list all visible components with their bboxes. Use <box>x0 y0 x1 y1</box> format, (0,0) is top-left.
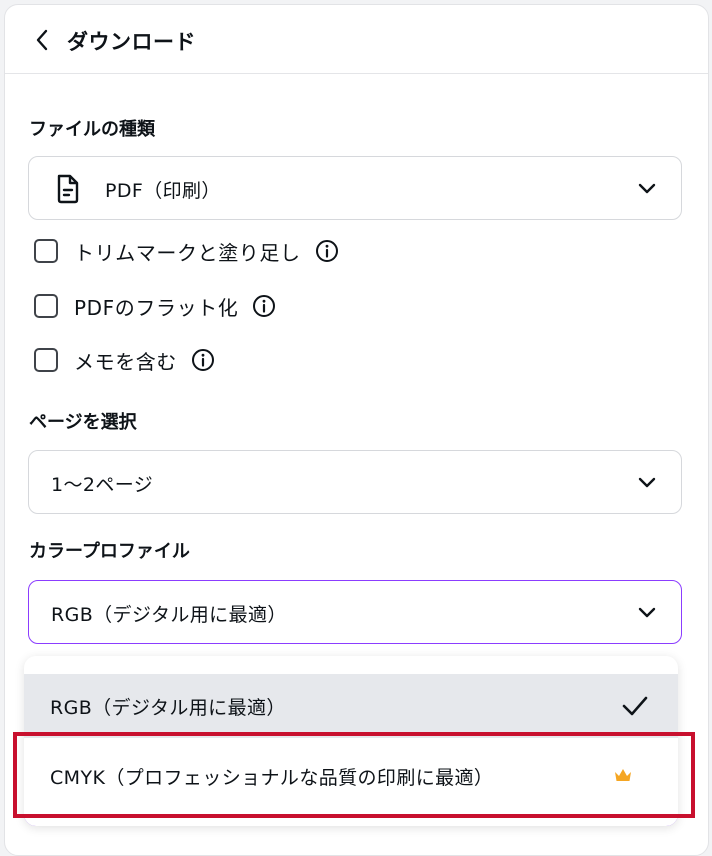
chevron-down-icon <box>638 607 656 618</box>
info-icon[interactable] <box>191 348 215 372</box>
color-profile-select[interactable]: RGB（デジタル用に最適） <box>28 580 682 644</box>
page-select-label: ページを選択 <box>29 412 137 433</box>
flatten-pdf-checkbox[interactable] <box>34 294 58 318</box>
option-cmyk-label: CMYK（プロフェッショナルな品質の印刷に最適） <box>50 767 494 789</box>
file-type-select[interactable]: PDF（印刷） <box>28 156 682 220</box>
option-flatten-pdf[interactable]: PDFのフラット化 <box>34 291 276 321</box>
document-icon <box>57 174 79 204</box>
chevron-down-icon <box>638 477 656 488</box>
color-profile-dropdown: RGB（デジタル用に最適） CMYK（プロフェッショナルな品質の印刷に最適） <box>24 656 678 826</box>
option-include-notes[interactable]: メモを含む <box>34 345 215 375</box>
option-trim-marks[interactable]: トリムマークと塗り足し <box>34 236 339 266</box>
checkmark-icon <box>622 696 648 716</box>
crown-icon <box>615 769 631 781</box>
include-notes-label: メモを含む <box>74 349 177 374</box>
flatten-pdf-label: PDFのフラット化 <box>74 295 239 320</box>
option-rgb-label: RGB（デジタル用に最適） <box>50 697 286 719</box>
color-profile-value: RGB（デジタル用に最適） <box>51 604 287 626</box>
info-icon[interactable] <box>252 294 276 318</box>
chevron-left-icon <box>36 29 48 51</box>
chevron-down-icon <box>638 183 656 194</box>
panel-header: ダウンロード <box>5 5 708 74</box>
file-type-label: ファイルの種類 <box>29 119 155 140</box>
dropdown-option-rgb[interactable]: RGB（デジタル用に最適） <box>24 674 678 738</box>
file-type-value: PDF（印刷） <box>105 180 221 202</box>
page-select[interactable]: 1〜2ページ <box>28 450 682 514</box>
back-button[interactable] <box>29 27 55 53</box>
trim-marks-label: トリムマークと塗り足し <box>74 240 301 265</box>
dropdown-option-cmyk[interactable]: CMYK（プロフェッショナルな品質の印刷に最適） <box>24 744 678 808</box>
include-notes-checkbox[interactable] <box>34 348 58 372</box>
color-profile-label: カラープロファイル <box>29 541 190 562</box>
info-icon[interactable] <box>315 239 339 263</box>
page-select-value: 1〜2ページ <box>51 474 154 496</box>
page-title: ダウンロード <box>67 30 196 54</box>
trim-marks-checkbox[interactable] <box>34 239 58 263</box>
